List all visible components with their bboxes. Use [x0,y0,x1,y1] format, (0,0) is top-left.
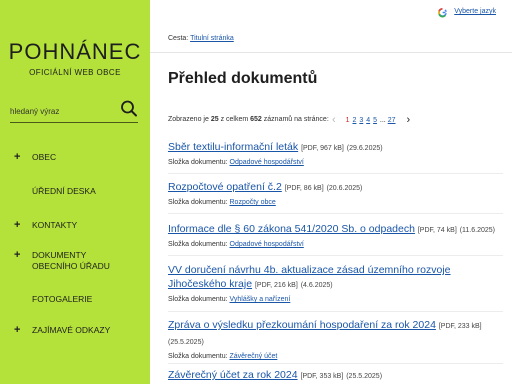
nav-item-fotogalerie[interactable]: FOTOGALERIE [0,294,92,305]
page-link[interactable]: 3 [359,117,363,124]
folder-label: Složka dokumentu: [168,353,228,360]
google-translate-icon[interactable] [437,7,448,18]
plus-icon: + [14,219,21,231]
page-link[interactable]: 2 [352,117,356,124]
divider [168,311,503,312]
document-link[interactable]: Informace dle § 60 zákona 541/2020 Sb. o… [168,223,415,235]
page-title: Přehled dokumentů [168,70,318,87]
chevron-right-icon[interactable]: › [406,114,410,126]
search-icon [121,100,137,117]
nav-item-label: KONTAKTY [32,220,78,230]
records-count: Zobrazeno je 25 z celkem 652 záznamů na … [168,116,329,123]
main-content: Vyberte jazyk Cesta: Titulní stránka Pře… [150,0,512,384]
document-meta: [PDF, 353 kB] [300,373,344,380]
search-input[interactable] [10,104,110,118]
count-prefix: Zobrazeno je [168,116,209,123]
document-link[interactable]: Zpráva o výsledku přezkoumání hospodařen… [168,319,436,331]
count-suffix: záznamů na stránce: [263,116,329,123]
nav-item-zajimave-odkazy[interactable]: + ZAJÍMAVÉ ODKAZY [0,325,110,336]
count-middle: z celkem [220,116,249,123]
document-date: (29.6.2025) [346,145,383,152]
document-date: (4.6.2025) [300,282,333,289]
folder-link[interactable]: Rozpočty obce [230,199,276,206]
document-item: Sběr textilu-informační leták [PDF, 967 … [168,140,503,166]
sidebar: POHNÁNEC OFICIÁLNÍ WEB OBCE + OBEC ÚŘEDN… [0,0,150,384]
document-item: VV doručení návrhu 4b. aktualizace zásad… [168,263,503,303]
document-link[interactable]: Rozpočtové opatření č.2 [168,181,282,193]
document-date: (25.5.2025) [168,339,204,346]
document-item: Informace dle § 60 zákona 541/2020 Sb. o… [168,222,503,248]
nav-item-label: OBEC [32,152,57,162]
document-item: Závěrečný účet za rok 2024 [PDF, 353 kB]… [168,368,503,384]
document-date: (11.6.2025) [459,227,495,234]
translate-link[interactable]: Vyberte jazyk [454,8,496,15]
pagination-ellipsis: ... [379,116,386,124]
search-box [10,99,138,123]
folder-link[interactable]: Odpadové hospodářství [230,241,304,248]
page-link-last[interactable]: 27 [388,117,396,124]
document-item: Zpráva o výsledku přezkoumání hospodařen… [168,318,503,360]
site-subtitle: OFICIÁLNÍ WEB OBCE [29,68,121,77]
divider [168,173,503,174]
breadcrumb: Cesta: Titulní stránka [168,35,234,42]
site-name[interactable]: POHNÁNEC [0,40,150,64]
document-date: (25.5.2025) [346,373,383,380]
document-meta: [PDF, 86 kB] [284,185,324,192]
plus-icon: + [14,324,21,336]
nav-item-label: ÚŘEDNÍ DESKA [32,186,96,196]
header-divider [150,52,512,53]
folder-link[interactable]: Vyhlášky a nařízení [230,296,291,303]
search-button[interactable] [120,99,138,119]
folder-label: Složka dokumentu: [168,159,228,166]
count-total: 652 [250,116,262,123]
breadcrumb-home-link[interactable]: Titulní stránka [190,35,234,42]
document-meta: [PDF, 967 kB] [301,145,344,152]
count-shown: 25 [210,116,219,123]
nav-item-obec[interactable]: + OBEC [0,152,56,163]
site-brand[interactable]: POHNÁNEC OFICIÁLNÍ WEB OBCE [0,40,150,78]
nav-item-uredni-deska[interactable]: ÚŘEDNÍ DESKA [0,186,96,197]
divider [168,213,503,214]
folder-label: Složka dokumentu: [168,199,228,206]
plus-icon: + [14,249,21,261]
document-meta: [PDF, 233 kB] [438,323,482,330]
nav-item-kontakty[interactable]: + KONTAKTY [0,220,77,231]
document-link[interactable]: Závěrečný účet za rok 2024 [168,369,298,381]
document-meta: [PDF, 74 kB] [417,227,457,234]
folder-label: Složka dokumentu: [168,296,228,303]
document-link[interactable]: Sběr textilu-informační leták [168,141,298,153]
folder-link[interactable]: Odpadové hospodářství [230,159,304,166]
plus-icon: + [14,151,21,163]
divider [168,255,503,256]
breadcrumb-prefix: Cesta: [168,35,189,42]
pagination: ‹ 1 2 3 4 5 ... 27 › [332,114,410,128]
nav-item-label: DOKUMENTY OBECNÍHO ÚŘADU [32,250,110,271]
folder-link[interactable]: Závěrečný účet [230,353,278,360]
nav-item-dokumenty[interactable]: + DOKUMENTY OBECNÍHO ÚŘADU [0,250,118,272]
document-item: Rozpočtové opatření č.2 [PDF, 86 kB] (20… [168,180,503,206]
nav-item-label: FOTOGALERIE [32,294,93,304]
page-current: 1 [345,116,350,124]
nav-item-label: ZAJÍMAVÉ ODKAZY [32,325,111,335]
document-meta: [PDF, 216 kB] [254,282,298,289]
chevron-left-icon[interactable]: ‹ [332,114,336,126]
folder-label: Složka dokumentu: [168,241,228,248]
page-link[interactable]: 5 [373,117,377,124]
divider [168,363,503,364]
document-date: (20.6.2025) [326,185,363,192]
page-link[interactable]: 4 [366,117,370,124]
